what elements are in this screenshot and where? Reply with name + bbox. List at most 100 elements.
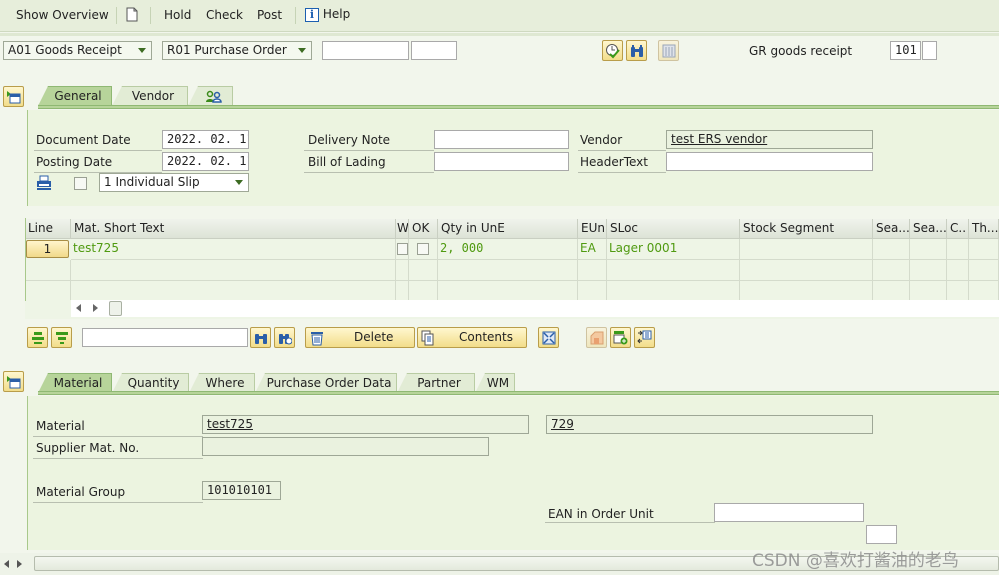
scroll-right-icon[interactable]	[93, 304, 98, 312]
transfer-button[interactable]	[634, 327, 655, 348]
chevron-down-icon	[298, 48, 306, 53]
tab-label: Quantity	[127, 376, 180, 390]
empty-cell	[71, 281, 396, 300]
find-button[interactable]	[626, 40, 647, 61]
contents-button[interactable]: Contents	[417, 327, 527, 348]
grid-search-input[interactable]	[82, 328, 248, 347]
warehouse-icon	[590, 331, 603, 344]
material-desc-value[interactable]: test725	[207, 417, 253, 431]
supplier-mat-field[interactable]	[202, 437, 489, 456]
print-icon[interactable]	[36, 175, 52, 193]
tab-quantity[interactable]: Quantity	[112, 373, 189, 393]
column-header-sea2[interactable]: Sea...	[910, 219, 947, 239]
toggle-header-button[interactable]	[3, 86, 24, 107]
post-button[interactable]: Post	[257, 8, 282, 22]
column-header-sloc[interactable]: SLoc	[607, 219, 740, 239]
grid-find-button[interactable]	[250, 327, 271, 348]
ean-input[interactable]	[714, 503, 864, 522]
column-header-qty[interactable]: Qty in UnE	[438, 219, 578, 239]
delete-button[interactable]: Delete	[305, 327, 415, 348]
cell-th[interactable]	[969, 239, 999, 260]
tab-wm[interactable]: WM	[475, 373, 515, 393]
grid-horizontal-scrollbar[interactable]	[71, 300, 999, 317]
tab-where[interactable]: Where	[189, 373, 255, 393]
empty-cell	[947, 260, 969, 281]
tab-vendor[interactable]: Vendor	[112, 86, 188, 106]
column-header-stock-segment[interactable]: Stock Segment	[740, 219, 873, 239]
contents-label: Contents	[459, 330, 513, 344]
movement-type-extra-input[interactable]	[922, 41, 937, 60]
material-group-field[interactable]: 101010101	[202, 481, 281, 500]
table-settings-button[interactable]	[658, 40, 679, 61]
vendor-value[interactable]: test ERS vendor	[671, 132, 767, 146]
cell-short-text[interactable]: test725	[71, 239, 396, 260]
empty-cell	[578, 260, 607, 281]
movement-type-input[interactable]: 101	[890, 41, 921, 60]
new-document-icon[interactable]	[126, 7, 138, 25]
column-header-ok[interactable]: OK	[409, 219, 438, 239]
empty-cell	[25, 281, 71, 300]
line-number-button[interactable]: 1	[26, 240, 69, 258]
tab-underline	[38, 391, 999, 395]
reference-document-input[interactable]	[322, 41, 409, 60]
cell-qty[interactable]: 2, 000	[438, 239, 578, 260]
grid-find-next-button[interactable]	[274, 327, 295, 348]
column-header-short-text[interactable]: Mat. Short Text	[71, 219, 396, 239]
bill-of-lading-input[interactable]	[434, 152, 569, 171]
header-text-input[interactable]	[666, 152, 873, 171]
select-all-button[interactable]	[27, 327, 48, 348]
scroll-left-icon[interactable]	[4, 560, 9, 568]
column-header-th[interactable]: Th...	[969, 219, 999, 239]
column-header-w[interactable]: W	[396, 219, 409, 239]
column-header-line[interactable]: Line	[25, 219, 71, 239]
document-copy-icon	[421, 330, 434, 346]
cell-sea2[interactable]	[910, 239, 947, 260]
tab-partners[interactable]	[188, 86, 233, 106]
show-overview-button[interactable]: Show Overview	[16, 8, 109, 22]
hold-button[interactable]: Hold	[164, 8, 191, 22]
tab-purchase-order-data[interactable]: Purchase Order Data	[255, 373, 397, 393]
empty-cell	[25, 260, 71, 281]
scroll-right-icon[interactable]	[17, 560, 22, 568]
material-desc-field[interactable]: test725	[202, 415, 529, 434]
scroll-thumb[interactable]	[109, 301, 122, 316]
toolbar-separator	[116, 7, 117, 24]
print-version-select[interactable]: 1 Individual Slip	[99, 173, 249, 192]
cell-stock-segment[interactable]	[740, 239, 873, 260]
cell-sloc[interactable]: Lager 0001	[607, 239, 740, 260]
add-item-button[interactable]	[610, 327, 631, 348]
cell-c[interactable]	[947, 239, 969, 260]
deselect-all-button[interactable]	[51, 327, 72, 348]
column-header-eun[interactable]: EUn	[578, 219, 607, 239]
action-select[interactable]: A01 Goods Receipt	[3, 41, 152, 60]
material-number-value[interactable]: 729	[551, 417, 574, 431]
trash-icon	[311, 332, 323, 346]
tab-partner[interactable]: Partner	[397, 373, 475, 393]
help-label: Help	[322, 7, 351, 21]
posting-date-input[interactable]: 2022. 02. 11	[162, 152, 249, 171]
expand-button[interactable]	[538, 327, 559, 348]
toggle-detail-button[interactable]	[3, 371, 24, 392]
execute-check-button[interactable]	[602, 40, 623, 61]
tab-general[interactable]: General	[38, 86, 112, 106]
w-checkbox[interactable]	[397, 243, 408, 255]
cell-sea1[interactable]	[873, 239, 910, 260]
scroll-left-icon[interactable]	[76, 304, 81, 312]
ean-unit-input[interactable]	[866, 525, 897, 544]
delivery-note-input[interactable]	[434, 130, 569, 149]
ean-label: EAN in Order Unit	[548, 507, 654, 521]
check-button[interactable]: Check	[206, 8, 243, 22]
reference-item-input[interactable]	[411, 41, 457, 60]
ok-checkbox[interactable]	[417, 243, 429, 255]
reference-select[interactable]: R01 Purchase Order	[162, 41, 312, 60]
document-date-input[interactable]: 2022. 02. 11	[162, 130, 249, 149]
column-header-sea1[interactable]: Sea...	[873, 219, 910, 239]
help-button[interactable]: i Help	[305, 7, 350, 22]
storage-button[interactable]	[586, 327, 607, 348]
print-checkbox[interactable]	[74, 177, 87, 190]
tab-material[interactable]: Material	[38, 373, 112, 393]
vendor-field[interactable]: test ERS vendor	[666, 130, 873, 149]
column-header-c[interactable]: C..	[947, 219, 969, 239]
cell-eun[interactable]: EA	[578, 239, 607, 260]
material-number-field[interactable]: 729	[546, 415, 873, 434]
